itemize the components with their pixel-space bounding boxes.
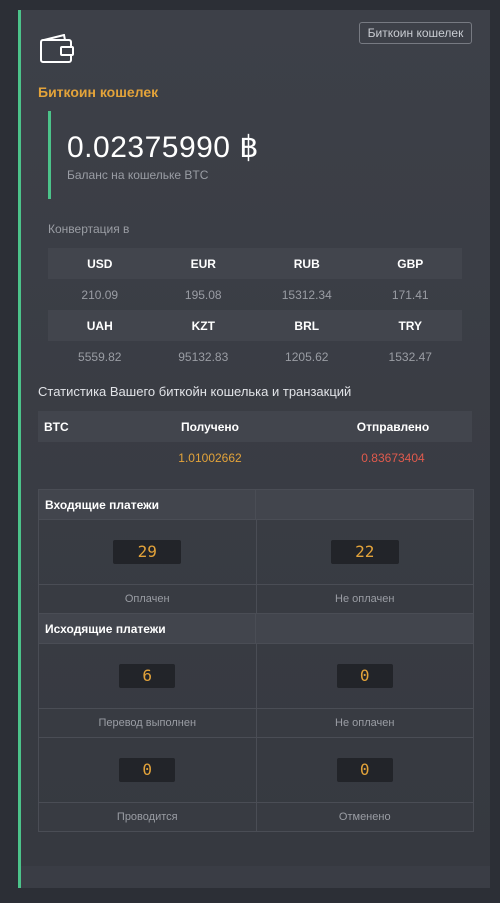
incoming-counter-row: 29 22	[39, 520, 473, 585]
currency-value: 95132.83	[178, 349, 229, 364]
counter-cell: 22	[257, 520, 474, 584]
sent-value: 0.83673404	[361, 450, 425, 465]
currency-code: TRY	[358, 310, 462, 341]
outgoing-counter-row: 6 0	[39, 644, 473, 709]
currency-code: USD	[48, 248, 152, 279]
conversion-value-row: 5559.82 95132.83 1205.62 1532.47	[48, 341, 462, 372]
balance-label: Баланс на кошельке BTC	[67, 168, 209, 182]
outgoing-processing-label: Проводится	[39, 803, 257, 831]
outgoing-label-row: Проводится Отменено	[39, 803, 473, 831]
outgoing-title: Исходящие платежи	[45, 622, 166, 636]
currency-code: KZT	[151, 310, 255, 341]
outgoing-unpaid-label: Не оплачен	[335, 717, 395, 729]
incoming-paid-counter: 29	[113, 540, 182, 564]
stats-value-row: 1.01002662 0.83673404	[38, 442, 472, 473]
conversion-value-row: 210.09 195.08 15312.34 171.41	[48, 279, 462, 310]
stats-header-row: BTC Получено Отправлено	[38, 411, 472, 442]
currency-value: 195.08	[184, 287, 222, 302]
stats-header-received: Получено	[175, 411, 245, 442]
conversion-header-row: USD EUR RUB GBP	[48, 248, 462, 279]
header-divider	[255, 490, 256, 519]
incoming-unpaid-counter: 22	[330, 540, 399, 564]
currency-code: UAH	[48, 310, 152, 341]
wallet-panel: Биткоин кошелек Биткоин кошелек 0.023759…	[18, 10, 490, 888]
counter-cell: 6	[39, 644, 257, 708]
payments-grid: Входящие платежи 29 22 Оплачен Не оплаче…	[38, 489, 474, 832]
currency-value: 210.09	[81, 287, 119, 302]
balance-amount: 0.02375990 ฿	[67, 131, 259, 164]
currency-code: GBP	[358, 248, 462, 279]
currency-value: 15312.34	[281, 287, 332, 302]
currency-value: 1532.47	[388, 349, 432, 364]
counter-cell: 0	[257, 738, 474, 802]
stats-table: BTC Получено Отправлено 1.01002662 0.836…	[38, 411, 472, 473]
counter-cell: 29	[39, 520, 257, 584]
page-title: Биткоин кошелек	[38, 84, 159, 100]
outgoing-completed-label: Перевод выполнен	[39, 709, 257, 737]
wallet-tag[interactable]: Биткоин кошелек	[359, 22, 472, 44]
incoming-label-row: Оплачен Не оплачен	[39, 585, 473, 614]
outgoing-label-row: Перевод выполнен Не оплачен	[39, 709, 473, 738]
conversion-label: Конвертация в	[48, 222, 130, 236]
stats-label: Статистика Вашего биткойн кошелька и тра…	[38, 384, 352, 399]
incoming-header: Входящие платежи	[39, 490, 473, 520]
conversion-table: USD EUR RUB GBP 210.09 195.08 15312.34 1…	[48, 248, 462, 372]
incoming-title: Входящие платежи	[45, 498, 160, 512]
stats-header-btc: BTC	[38, 411, 175, 442]
counter-cell: 0	[39, 738, 257, 802]
counter-cell: 0	[257, 644, 474, 708]
outgoing-unpaid-counter: 0	[336, 664, 393, 688]
received-value: 1.01002662	[178, 450, 242, 465]
currency-value: 5559.82	[78, 349, 122, 364]
header-divider	[255, 614, 256, 643]
currency-value: 171.41	[391, 287, 429, 302]
currency-value: 1205.62	[285, 349, 329, 364]
wallet-icon	[40, 33, 74, 64]
currency-code: BRL	[255, 310, 359, 341]
balance-accent-bar	[48, 111, 51, 199]
outgoing-cancelled-counter: 0	[336, 758, 393, 782]
currency-code: EUR	[151, 248, 255, 279]
outgoing-completed-counter: 6	[119, 664, 176, 688]
currency-code: RUB	[255, 248, 359, 279]
incoming-paid-label: Оплачен	[39, 585, 257, 613]
outgoing-cancelled-label: Отменено	[338, 811, 391, 823]
stats-empty-cell	[38, 442, 175, 473]
accent-bar	[18, 10, 21, 888]
stats-header-sent: Отправлено	[245, 411, 472, 442]
outgoing-header: Исходящие платежи	[39, 614, 473, 644]
outgoing-counter-row: 0 0	[39, 738, 473, 803]
conversion-header-row: UAH KZT BRL TRY	[48, 310, 462, 341]
outgoing-processing-counter: 0	[119, 758, 176, 782]
incoming-unpaid-label: Не оплачен	[335, 593, 395, 605]
